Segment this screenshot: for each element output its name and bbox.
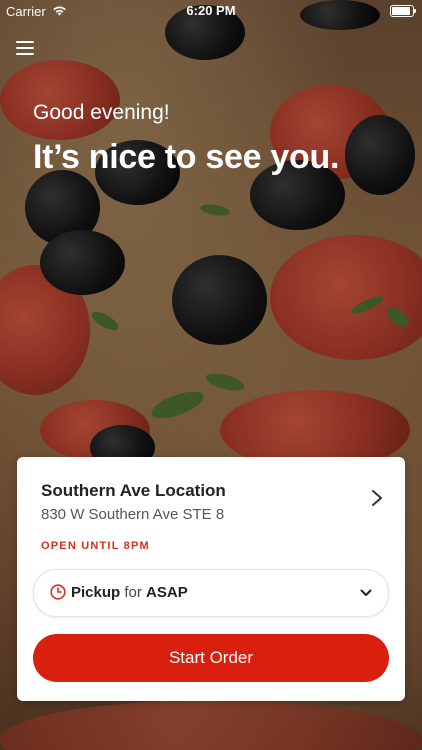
greeting-text: Good evening! (33, 101, 170, 124)
pickup-time-selector[interactable]: Pickup for ASAP (33, 569, 389, 617)
status-time: 6:20 PM (186, 3, 236, 18)
location-address: 830 W Southern Ave STE 8 (41, 506, 225, 523)
clock-icon (50, 584, 66, 600)
hamburger-menu-icon[interactable] (16, 40, 36, 56)
pickup-summary: Pickup for ASAP (71, 584, 188, 601)
chevron-right-icon[interactable] (371, 489, 383, 507)
chevron-down-icon (360, 589, 372, 596)
battery-icon (390, 5, 416, 17)
order-time: ASAP (146, 584, 188, 601)
location-card: Southern Ave Location 830 W Southern Ave… (17, 457, 405, 701)
order-mode-connector: for (124, 584, 142, 601)
headline-text: It’s nice to see you. (33, 138, 340, 176)
order-mode: Pickup (71, 584, 121, 601)
start-order-button[interactable]: Start Order (33, 634, 389, 682)
hours-status: OPEN UNTIL 8PM (41, 540, 150, 552)
location-name[interactable]: Southern Ave Location (41, 481, 226, 501)
status-bar: Carrier 6:20 PM (0, 0, 422, 22)
